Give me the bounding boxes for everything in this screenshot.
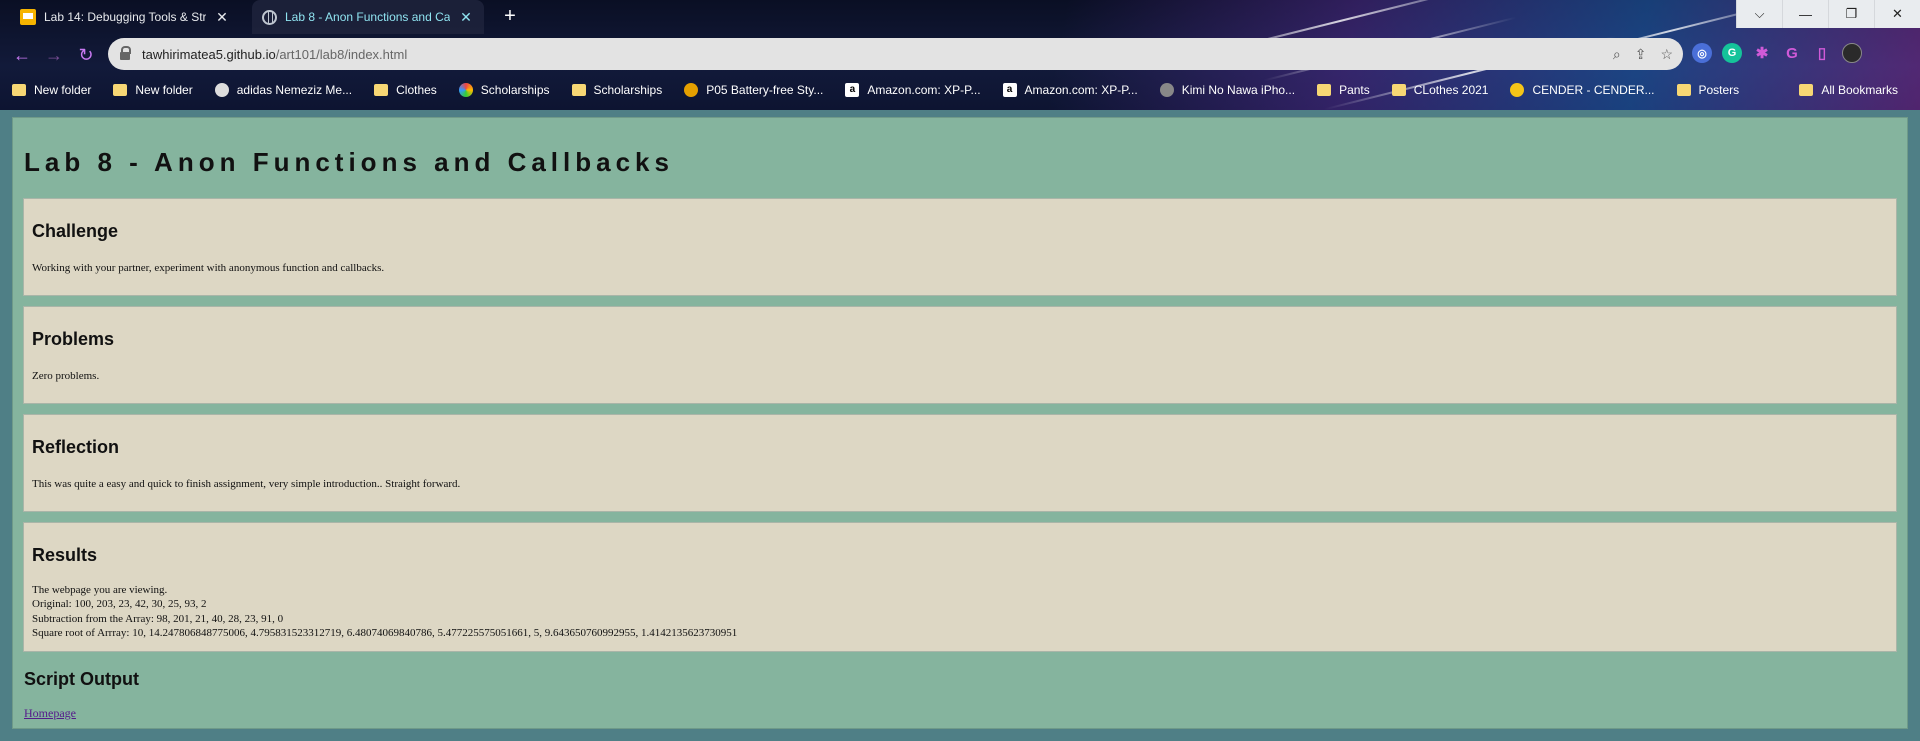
section-text: Working with your partner, experiment wi… bbox=[32, 262, 385, 274]
bookmark-label: Amazon.com: XP-P... bbox=[1024, 83, 1138, 97]
folder-icon bbox=[571, 84, 586, 96]
section-heading: Problems bbox=[32, 329, 115, 349]
bookmark-label: Amazon.com: XP-P... bbox=[867, 83, 981, 97]
site-icon bbox=[214, 83, 229, 97]
tab-lab14[interactable]: Lab 14: Debugging Tools & Strat ✕ bbox=[10, 0, 240, 34]
bookmark[interactable]: CLothes 2021 bbox=[1380, 83, 1499, 97]
share-icon[interactable]: ⇪ bbox=[1635, 46, 1647, 63]
url-path: /art101/lab8/index.html bbox=[275, 46, 408, 62]
site-icon bbox=[458, 83, 473, 97]
tab-lab8[interactable]: Lab 8 - Anon Functions and Call ✕ bbox=[252, 0, 484, 34]
bookmark-label: CENDER - CENDER... bbox=[1532, 83, 1655, 97]
star-icon[interactable]: ☆ bbox=[1660, 46, 1673, 63]
script-output-heading: Script Output bbox=[24, 669, 139, 689]
site-icon bbox=[1510, 83, 1525, 97]
extension-icon[interactable]: ◎ bbox=[1692, 43, 1712, 63]
folder-icon bbox=[1391, 84, 1406, 96]
close-icon[interactable]: ✕ bbox=[214, 9, 230, 26]
bookmark[interactable]: Pants bbox=[1305, 83, 1380, 97]
reflection-section: Reflection This was quite a easy and qui… bbox=[23, 414, 1897, 512]
page-content: Lab 8 - Anon Functions and Callbacks Cha… bbox=[12, 117, 1908, 729]
close-icon[interactable]: ✕ bbox=[458, 9, 474, 26]
restore-button[interactable]: ❐ bbox=[1828, 0, 1874, 28]
results-section: Results The webpage you are viewing. Ori… bbox=[23, 522, 1897, 652]
globe-icon bbox=[262, 9, 277, 25]
bookmark-label: adidas Nemeziz Me... bbox=[236, 83, 353, 97]
section-heading: Challenge bbox=[32, 221, 119, 241]
all-bookmarks[interactable]: All Bookmarks bbox=[1787, 78, 1908, 102]
bookmark-label: Clothes bbox=[396, 83, 437, 97]
puzzle-icon[interactable]: ✱ bbox=[1752, 43, 1772, 63]
bookmark[interactable]: P05 Battery-free Sty... bbox=[672, 83, 833, 97]
site-icon bbox=[1159, 83, 1174, 97]
folder-icon bbox=[374, 84, 389, 96]
toolbar: ← → ↻ tawhirimatea5.github.io/art101/lab… bbox=[0, 34, 1920, 76]
folder-icon bbox=[1676, 84, 1691, 96]
bookmark-label: Posters bbox=[1698, 83, 1740, 97]
address-bar[interactable]: tawhirimatea5.github.io/art101/lab8/inde… bbox=[108, 38, 1683, 70]
close-window-button[interactable]: ✕ bbox=[1874, 0, 1920, 28]
problems-section: Problems Zero problems. bbox=[23, 306, 1897, 404]
amazon-icon: a bbox=[845, 83, 860, 97]
bookmark-label: Scholarships bbox=[593, 83, 663, 97]
section-text: This was quite a easy and quick to finis… bbox=[32, 478, 461, 490]
folder-icon bbox=[12, 84, 26, 96]
bookmark[interactable]: a Amazon.com: XP-P... bbox=[833, 83, 990, 97]
bookmark[interactable]: adidas Nemeziz Me... bbox=[203, 83, 362, 97]
section-text: Zero problems. bbox=[32, 370, 100, 382]
google-icon[interactable]: G bbox=[1782, 43, 1802, 63]
folder-icon bbox=[1317, 84, 1332, 96]
grammarly-icon[interactable]: G bbox=[1722, 43, 1742, 63]
reload-button[interactable]: ↻ bbox=[74, 43, 98, 67]
bookmark[interactable]: a Amazon.com: XP-P... bbox=[991, 83, 1148, 97]
extensions: ◎ G ✱ G ▯ bbox=[1692, 43, 1862, 63]
tab-strip: Lab 14: Debugging Tools & Strat ✕ Lab 8 … bbox=[0, 0, 1920, 34]
sidepanel-icon[interactable]: ▯ bbox=[1812, 43, 1832, 63]
section-heading: Results bbox=[32, 545, 98, 565]
tab-search-button[interactable]: ⌵ bbox=[1736, 0, 1782, 28]
homepage-link[interactable]: Homepage bbox=[24, 706, 76, 721]
page-title: Lab 8 - Anon Functions and Callbacks bbox=[24, 147, 674, 177]
zoom-icon[interactable]: ⌕ bbox=[1613, 46, 1621, 63]
section-heading: Reflection bbox=[32, 437, 120, 457]
url-host: tawhirimatea5.github.io bbox=[142, 46, 276, 62]
bookmark[interactable]: Scholarships bbox=[560, 83, 673, 97]
bookmark-label: Pants bbox=[1339, 83, 1370, 97]
result-line: Square root of Arrray: 10, 14.2478068487… bbox=[32, 627, 738, 639]
back-button[interactable]: ← bbox=[10, 43, 34, 67]
bookmark[interactable]: New folder bbox=[101, 83, 202, 97]
bookmark[interactable]: Scholarships bbox=[447, 83, 560, 97]
site-icon bbox=[684, 83, 699, 97]
bookmark[interactable]: Clothes bbox=[362, 83, 447, 97]
result-line: Original: 100, 203, 23, 42, 30, 25, 93, … bbox=[32, 598, 207, 610]
folder-icon bbox=[113, 84, 128, 96]
minimize-button[interactable]: — bbox=[1782, 0, 1828, 28]
avatar[interactable] bbox=[1842, 43, 1862, 63]
bookmark[interactable]: Posters bbox=[1665, 83, 1750, 97]
result-line: Subtraction from the Array: 98, 201, 21,… bbox=[32, 613, 284, 625]
result-line: The webpage you are viewing. bbox=[32, 584, 168, 596]
browser-chrome: Lab 14: Debugging Tools & Strat ✕ Lab 8 … bbox=[0, 0, 1920, 110]
bookmark-label: P05 Battery-free Sty... bbox=[706, 83, 824, 97]
tab-title: Lab 14: Debugging Tools & Strat bbox=[44, 10, 206, 24]
forward-button[interactable]: → bbox=[42, 43, 66, 67]
tab-title: Lab 8 - Anon Functions and Call bbox=[285, 10, 450, 24]
folder-icon bbox=[1799, 84, 1814, 96]
bookmarks-bar: New folder New folder adidas Nemeziz Me.… bbox=[0, 78, 1920, 102]
new-tab-button[interactable]: + bbox=[498, 5, 522, 29]
bookmark[interactable]: Kimi No Nawa iPho... bbox=[1148, 83, 1305, 97]
challenge-section: Challenge Working with your partner, exp… bbox=[23, 198, 1897, 296]
window-controls: ⌵ — ❐ ✕ bbox=[1736, 0, 1920, 28]
bookmark[interactable]: CENDER - CENDER... bbox=[1498, 83, 1664, 97]
bookmark-label: Kimi No Nawa iPho... bbox=[1181, 83, 1296, 97]
bookmark[interactable]: New folder bbox=[0, 83, 101, 97]
doc-icon bbox=[20, 9, 36, 25]
bookmark-label: All Bookmarks bbox=[1821, 83, 1898, 97]
lock-icon[interactable] bbox=[120, 45, 131, 60]
bookmark-label: Scholarships bbox=[480, 83, 550, 97]
bookmark-label: CLothes 2021 bbox=[1413, 83, 1489, 97]
bookmark-label: New folder bbox=[34, 83, 92, 97]
amazon-icon: a bbox=[1002, 83, 1017, 97]
bookmark-label: New folder bbox=[135, 83, 193, 97]
